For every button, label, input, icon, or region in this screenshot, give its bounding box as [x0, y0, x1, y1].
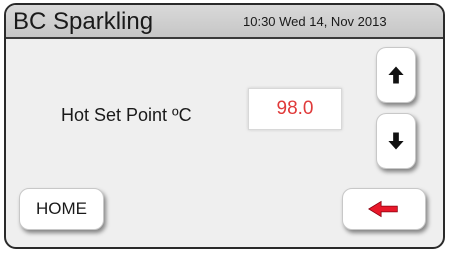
- arrow-left-icon: [368, 200, 398, 218]
- datetime-display: 10:30 Wed 14, Nov 2013: [243, 14, 387, 29]
- decrease-button[interactable]: [376, 113, 416, 169]
- home-button-label: HOME: [36, 199, 87, 218]
- setpoint-value: 98.0: [276, 98, 314, 119]
- back-button[interactable]: [342, 188, 426, 230]
- setpoint-label: Hot Set Point ºC: [61, 105, 192, 125]
- home-button[interactable]: HOME: [19, 188, 104, 230]
- arrow-up-icon: [388, 66, 404, 84]
- title-bar: BC Sparkling 10:30 Wed 14, Nov 2013: [6, 5, 443, 39]
- increase-button[interactable]: [376, 47, 416, 103]
- arrow-down-icon: [388, 132, 404, 150]
- setpoint-value-field[interactable]: 98.0: [248, 88, 342, 130]
- app-title: BC Sparkling: [13, 8, 154, 35]
